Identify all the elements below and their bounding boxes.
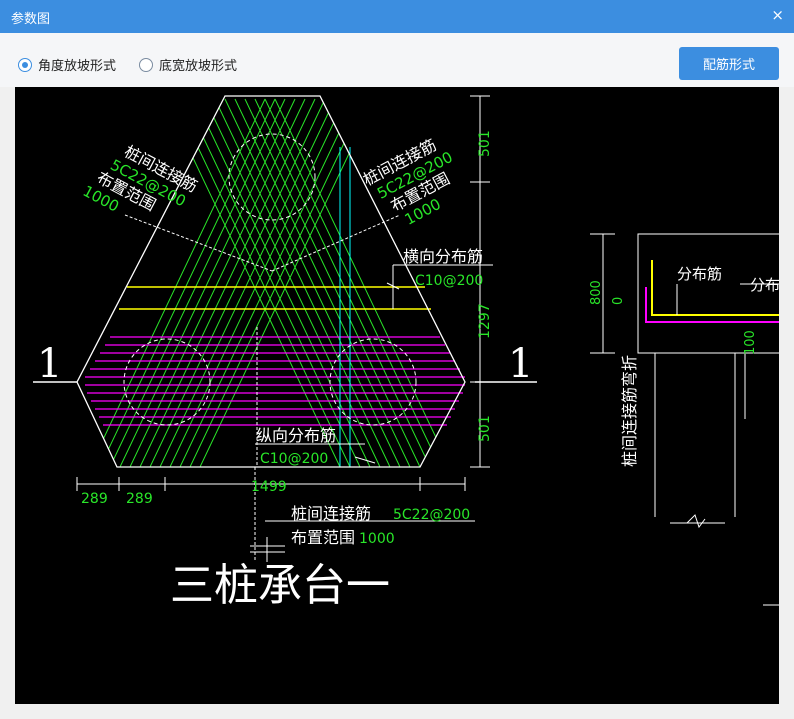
side-dim-100: 100 [743, 330, 758, 355]
rebar-form-button[interactable]: 配筋形式 [679, 47, 779, 80]
pile-right [329, 338, 417, 426]
horiz-dist-value: C10@200 [415, 273, 483, 289]
radio-angle-slope[interactable]: 角度放坡形式 [18, 55, 116, 74]
dim-top: 501 [477, 130, 493, 157]
section-mark-right: 1 [508, 341, 533, 387]
title-bar: 参数图 × [0, 0, 794, 33]
transverse-rebar [119, 286, 431, 310]
longitudinal-rebar [339, 147, 351, 467]
horiz-dist-label: 横向分布筋 [403, 247, 483, 266]
side-dim-0: 0 [611, 297, 626, 305]
bottom-conn-label: 桩间连接筋 [291, 504, 371, 523]
bottom-range-label: 布置范围 [291, 528, 355, 547]
bottom-range-value: 1000 [359, 531, 395, 547]
options-bar [0, 33, 794, 87]
window-title: 参数图 [11, 12, 51, 27]
cad-drawing: 1 1 501 1297 501 289 289 1499 桩间连接筋 5C22… [33, 95, 779, 611]
long-dist-label: 纵向分布筋 [256, 426, 336, 445]
section-mark-left: 1 [37, 341, 62, 387]
close-icon[interactable]: × [771, 6, 784, 24]
long-dist-value: C10@200 [260, 451, 328, 467]
side-dim-800: 800 [589, 280, 604, 305]
left-strap-label: 桩间连接筋 5C22@200 布置范围 1000 [80, 142, 201, 216]
radio-angle-slope-label: 角度放坡形式 [38, 59, 117, 74]
side-dist-label: 分布筋 [677, 265, 722, 283]
bottom-horizontal-rebar [85, 336, 465, 426]
drawing-canvas: 1 1 501 1297 501 289 289 1499 桩间连接筋 5C22… [15, 87, 779, 704]
dim-289-b: 289 [126, 491, 153, 507]
cap-title: 三桩承台一 [170, 560, 390, 611]
radio-checked-icon [18, 57, 32, 72]
dim-289-a: 289 [81, 491, 108, 507]
dim-bottom: 501 [477, 415, 493, 442]
side-dist-cut: 分布 [750, 276, 779, 294]
radio-width-slope-label: 底宽放坡形式 [159, 59, 238, 74]
side-bend-label: 桩间连接筋弯折 [620, 355, 639, 467]
right-strap-label: 桩间连接筋 5C22@200 布置范围 1000 [360, 135, 456, 229]
radio-unchecked-icon [139, 57, 153, 72]
pile-left [123, 338, 211, 426]
dim-1499: 1499 [251, 479, 287, 495]
bottom-conn-value: 5C22@200 [393, 507, 470, 523]
dim-mid: 1297 [477, 303, 493, 339]
radio-width-slope[interactable]: 底宽放坡形式 [139, 55, 237, 74]
